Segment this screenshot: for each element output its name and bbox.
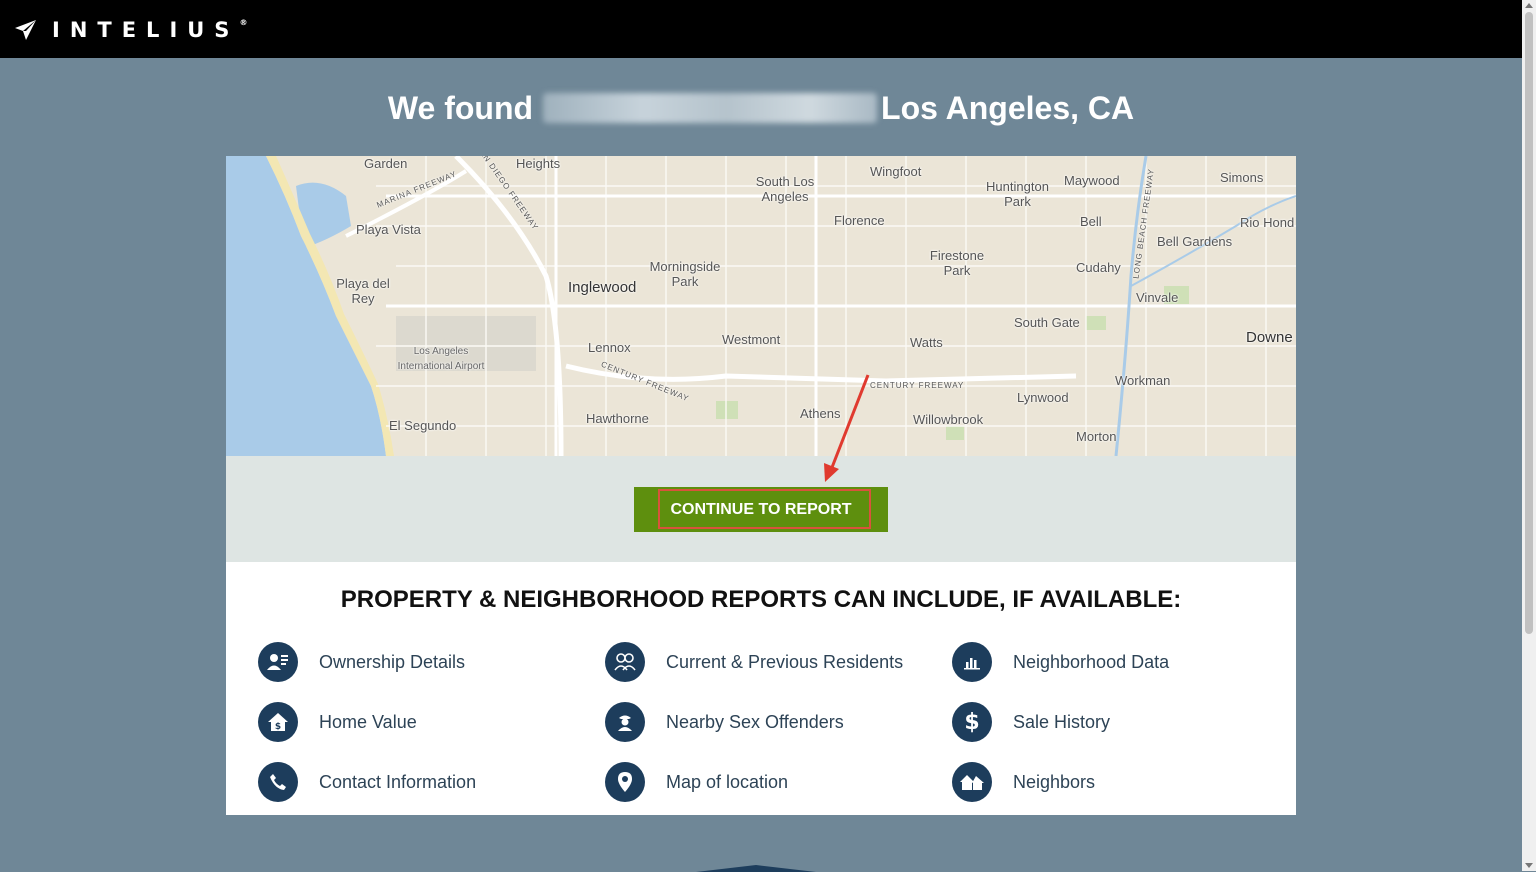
feature-nearby-sex-offenders: Nearby Sex Offenders	[605, 701, 844, 743]
map-label: Lynwood	[1017, 390, 1069, 405]
feature-label: Home Value	[319, 711, 417, 732]
feature-ownership-details: Ownership Details	[258, 641, 465, 683]
houses-icon	[952, 762, 992, 802]
map-label: Willowbrook	[913, 412, 984, 427]
feature-label: Neighborhood Data	[1013, 651, 1170, 672]
map-label: Heights	[516, 156, 561, 171]
map-label: South Gate	[1014, 315, 1080, 330]
feature-map-of-location: Map of location	[605, 761, 788, 803]
map-label: Maywood	[1064, 173, 1120, 188]
map-label: Lennox	[588, 340, 631, 355]
map-label: Athens	[800, 406, 841, 421]
map-label: Florence	[834, 213, 885, 228]
map-label: Huntington Park	[986, 179, 1049, 209]
bar-chart-icon	[952, 642, 992, 682]
map-label: Firestone Park	[929, 248, 985, 278]
map-label: Cudahy	[1076, 260, 1121, 275]
cta-band: CONTINUE TO REPORT	[226, 456, 1296, 562]
offender-icon	[605, 702, 645, 742]
map-label: Downe	[1246, 329, 1293, 346]
headline-prefix: We found	[387, 89, 534, 126]
map-label: Workman	[1115, 373, 1171, 388]
ownership-icon	[258, 642, 298, 682]
feature-label: Current & Previous Residents	[666, 651, 904, 672]
scroll-down-icon[interactable]	[1525, 863, 1533, 868]
map-label: Garden	[364, 156, 408, 171]
headline-location: Los Angeles, CA	[881, 89, 1135, 126]
feature-label: Neighbors	[1013, 771, 1096, 792]
intelius-logo[interactable]: INTELIUS®	[14, 17, 247, 43]
map-label: El Segundo	[389, 418, 457, 433]
brand-name: INTELIUS®	[52, 18, 248, 42]
scroll-up-icon[interactable]	[1525, 3, 1533, 8]
map-pin-icon	[605, 762, 645, 802]
paper-plane-icon	[15, 20, 36, 40]
map-label: Morton	[1076, 429, 1117, 444]
feature-neighbors: Neighbors	[952, 761, 1095, 803]
map-label: Playa Vista	[356, 222, 421, 237]
page-scrollbar[interactable]	[1522, 0, 1536, 871]
map-label: Hawthorne	[586, 411, 649, 426]
map-label: Morningside Park	[649, 259, 721, 289]
road-label: CENTURY FREEWAY	[870, 381, 965, 390]
feature-label: Contact Information	[319, 771, 477, 792]
top-bar: INTELIUS®	[0, 0, 1522, 58]
map-label: Westmont	[722, 332, 781, 347]
feature-contact-information: Contact Information	[258, 761, 476, 803]
phone-icon	[258, 762, 298, 802]
redacted-address	[543, 93, 878, 123]
map-label: Bell Gardens	[1157, 234, 1233, 249]
features-title: PROPERTY & NEIGHBORHOOD REPORTS CAN INCL…	[340, 586, 1182, 613]
map-label: Inglewood	[568, 279, 637, 296]
continue-to-report-label: CONTINUE TO REPORT	[670, 500, 852, 518]
feature-label: Sale History	[1013, 711, 1111, 732]
map-label: Vinvale	[1136, 290, 1179, 305]
svg-text:$: $	[275, 722, 281, 732]
map-label: Playa del Rey	[336, 276, 390, 306]
feature-label: Ownership Details	[319, 651, 466, 672]
feature-neighborhood-data: Neighborhood Data	[952, 641, 1169, 683]
dollar-icon: $	[952, 702, 992, 742]
map-label: South Los Angeles	[755, 174, 815, 204]
feature-current-previous-residents: Current & Previous Residents	[605, 641, 903, 683]
map-label: Rio Hond	[1240, 215, 1295, 230]
home-dollar-icon: $	[258, 702, 298, 742]
residents-icon	[605, 642, 645, 682]
feature-home-value: $ Home Value	[258, 701, 417, 743]
report-card: Garden Heights Wingfoot South Los Angele…	[226, 156, 1296, 815]
page-headline: We found Los Angeles, CA	[226, 86, 1296, 130]
continue-to-report-button[interactable]: CONTINUE TO REPORT	[634, 487, 888, 532]
scrollbar-thumb[interactable]	[1525, 12, 1533, 634]
feature-label: Nearby Sex Offenders	[666, 711, 844, 732]
location-map[interactable]: Garden Heights Wingfoot South Los Angele…	[226, 156, 1296, 456]
map-label: Wingfoot	[870, 164, 922, 179]
feature-sale-history: $ Sale History	[952, 701, 1110, 743]
map-label: Simons	[1220, 170, 1264, 185]
feature-label: Map of location	[666, 771, 789, 792]
map-label: Watts	[910, 335, 943, 350]
map-label: Bell	[1080, 214, 1102, 229]
map-label: Los Angeles International Airport	[397, 346, 485, 372]
